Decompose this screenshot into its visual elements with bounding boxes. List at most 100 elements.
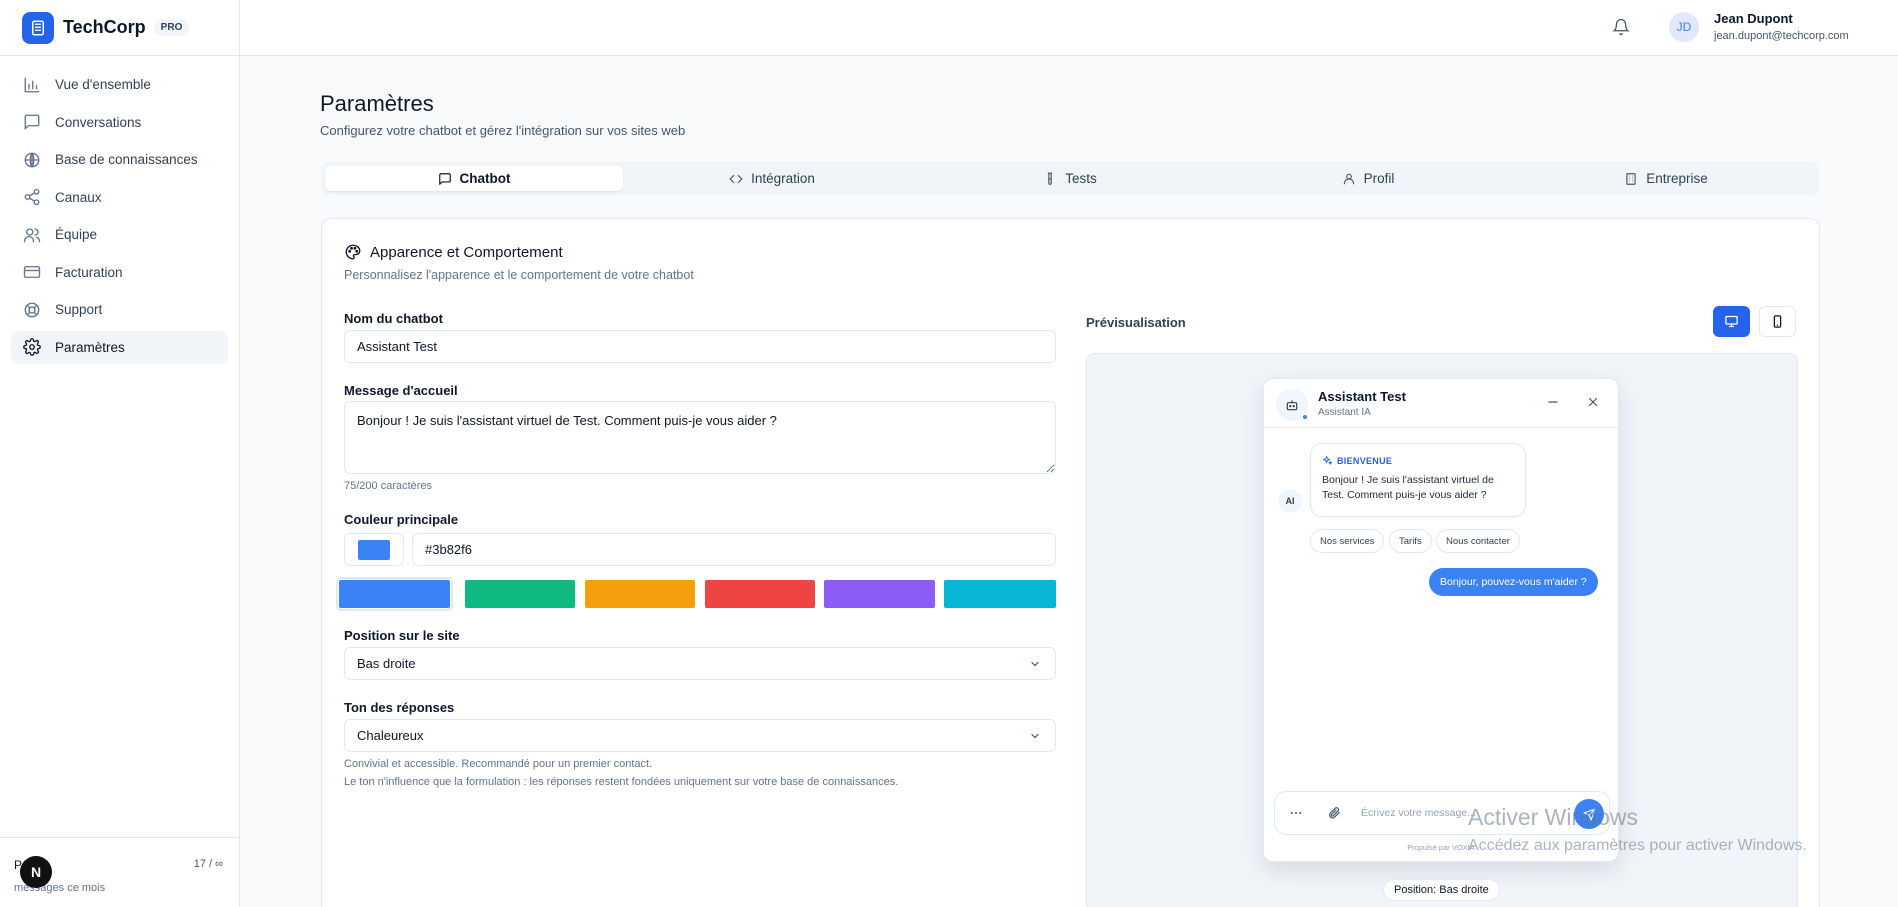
tone-select[interactable]: Chaleureux: [344, 719, 1056, 752]
usage-panel: P 17 / ∞ messages ce mois N: [0, 837, 239, 907]
plan-badge: PRO: [153, 19, 190, 36]
brand[interactable]: TechCorp PRO: [0, 0, 239, 56]
close-icon[interactable]: [1586, 395, 1600, 409]
test-tube-icon: [1043, 172, 1057, 186]
share-icon: [23, 188, 41, 206]
quick-reply-chip[interactable]: Nous contacter: [1436, 529, 1520, 553]
palette-swatch-orange[interactable]: [585, 580, 695, 608]
sidebar-item-label: Vue d'ensemble: [55, 77, 151, 92]
chatbot-name-input[interactable]: [344, 330, 1056, 363]
tab-tests[interactable]: Tests: [921, 166, 1219, 191]
sidebar-item-settings[interactable]: Paramètres: [11, 330, 228, 364]
tone-label: Ton des réponses: [344, 700, 455, 715]
widget-title: Assistant Test: [1318, 389, 1406, 404]
code-icon: [729, 172, 743, 186]
bell-icon[interactable]: [1612, 18, 1630, 36]
bot-message-text: Bonjour ! Je suis l'assistant virtuel de…: [1322, 474, 1494, 501]
color-picker-button[interactable]: [344, 533, 404, 566]
sidebar-item-team[interactable]: Équipe: [11, 218, 228, 251]
monitor-icon: [1724, 314, 1739, 329]
tab-label: Tests: [1065, 171, 1097, 186]
sidebar-item-conversations[interactable]: Conversations: [11, 106, 228, 139]
message-placeholder: Écrivez votre message...: [1361, 807, 1476, 819]
devtools-badge[interactable]: N: [20, 856, 52, 888]
brain-icon: [23, 151, 41, 169]
color-hex-input[interactable]: [412, 533, 1056, 566]
chevron-down-icon: [1029, 730, 1041, 742]
paperclip-icon[interactable]: [1327, 805, 1341, 821]
windows-activation-watermark: Activer Windows: [1468, 804, 1638, 830]
smartphone-icon: [1770, 314, 1785, 329]
users-icon: [23, 226, 41, 244]
welcome-message-textarea[interactable]: Bonjour ! Je suis l'assistant virtuel de…: [344, 401, 1056, 474]
building-logo-icon: [22, 11, 54, 44]
name-label: Nom du chatbot: [344, 311, 443, 326]
page-title: Paramètres: [320, 91, 434, 116]
user-icon: [1342, 172, 1356, 186]
tab-company[interactable]: Entreprise: [1517, 166, 1815, 191]
sidebar-item-billing[interactable]: Facturation: [11, 256, 228, 289]
desktop-view-button[interactable]: [1713, 306, 1750, 337]
palette-swatch-green[interactable]: [465, 580, 575, 608]
sidebar-item-label: Conversations: [55, 114, 142, 130]
palette-swatch-blue[interactable]: [336, 577, 453, 611]
tab-integration[interactable]: Intégration: [623, 166, 921, 191]
palette-icon: [344, 243, 362, 261]
widget-header-divider: [1264, 427, 1618, 428]
windows-activation-hint: Accédez aux paramètres pour activer Wind…: [1468, 837, 1807, 854]
sidebar-item-label: Base de connaissances: [55, 152, 198, 167]
quick-reply-chip[interactable]: Nos services: [1310, 529, 1385, 553]
sidebar-item-overview[interactable]: Vue d'ensemble: [11, 68, 228, 101]
settings-tabs: Chatbot Intégration Tests Profil Entrepr…: [321, 162, 1819, 195]
tone-note: Le ton n'influence que la formulation : …: [344, 776, 899, 788]
sidebar-item-label: Support: [55, 302, 103, 317]
quick-reply-chip[interactable]: Tarifs: [1389, 529, 1432, 553]
bot-message-bubble: BIENVENUE Bonjour ! Je suis l'assistant …: [1310, 443, 1526, 517]
position-select[interactable]: Bas droite: [344, 647, 1056, 680]
mobile-view-button[interactable]: [1759, 306, 1796, 337]
user-email: jean.dupont@techcorp.com: [1714, 30, 1849, 42]
sidebar-item-channels[interactable]: Canaux: [11, 181, 228, 214]
online-status-dot: [1301, 413, 1309, 421]
palette-swatch-red[interactable]: [705, 580, 815, 608]
sidebar-item-label: Canaux: [55, 189, 102, 205]
tab-label: Chatbot: [459, 171, 511, 186]
message-square-icon: [23, 113, 41, 131]
tone-hint: Convivial et accessible. Recommandé pour…: [344, 758, 653, 770]
color-label: Couleur principale: [344, 512, 459, 527]
tone-value: Chaleureux: [357, 728, 424, 743]
avatar[interactable]: JD: [1669, 12, 1699, 42]
card-subtitle: Personnalisez l'apparence et le comporte…: [344, 268, 694, 282]
sparkles-icon: [1322, 455, 1333, 466]
chat-widget-preview: Assistant Test Assistant IA AI BIENVENUE…: [1263, 378, 1619, 862]
message-square-icon: [438, 172, 452, 186]
position-label: Position sur le site: [344, 628, 460, 643]
sidebar-item-label: Paramètres: [55, 339, 125, 355]
welcome-tag-text: BIENVENUE: [1337, 455, 1393, 466]
minimize-icon[interactable]: [1546, 395, 1560, 409]
bot-icon: [1286, 400, 1298, 411]
color-preview: [358, 539, 390, 560]
card-title: Apparence et Comportement: [344, 243, 563, 261]
user-name: Jean Dupont: [1714, 11, 1793, 26]
tab-label: Profil: [1363, 171, 1395, 186]
credit-card-icon: [23, 263, 41, 281]
character-count: 75/200 caractères: [344, 480, 433, 492]
card-title-text: Apparence et Comportement: [370, 243, 563, 261]
settings-icon: [23, 338, 41, 356]
topbar: JD Jean Dupont jean.dupont@techcorp.com: [240, 0, 1898, 56]
sidebar-item-support[interactable]: Support: [11, 293, 228, 326]
position-pill: Position: Bas droite: [1383, 879, 1500, 901]
sidebar-item-label: Équipe: [55, 227, 98, 242]
welcome-tag: BIENVENUE: [1322, 455, 1392, 466]
life-buoy-icon: [23, 301, 41, 319]
tab-chatbot[interactable]: Chatbot: [325, 166, 623, 191]
palette-swatch-cyan[interactable]: [944, 580, 1056, 608]
page-subtitle: Configurez votre chatbot et gérez l'inté…: [320, 123, 686, 138]
palette-swatch-purple[interactable]: [824, 580, 935, 608]
tab-profile[interactable]: Profil: [1219, 166, 1517, 191]
sidebar-item-knowledge-base[interactable]: Base de connaissances: [11, 143, 228, 176]
bot-avatar: [1276, 389, 1309, 421]
more-horizontal-icon[interactable]: [1289, 806, 1303, 820]
sidebar-nav: Vue d'ensemble Conversations Base de con…: [0, 56, 239, 380]
